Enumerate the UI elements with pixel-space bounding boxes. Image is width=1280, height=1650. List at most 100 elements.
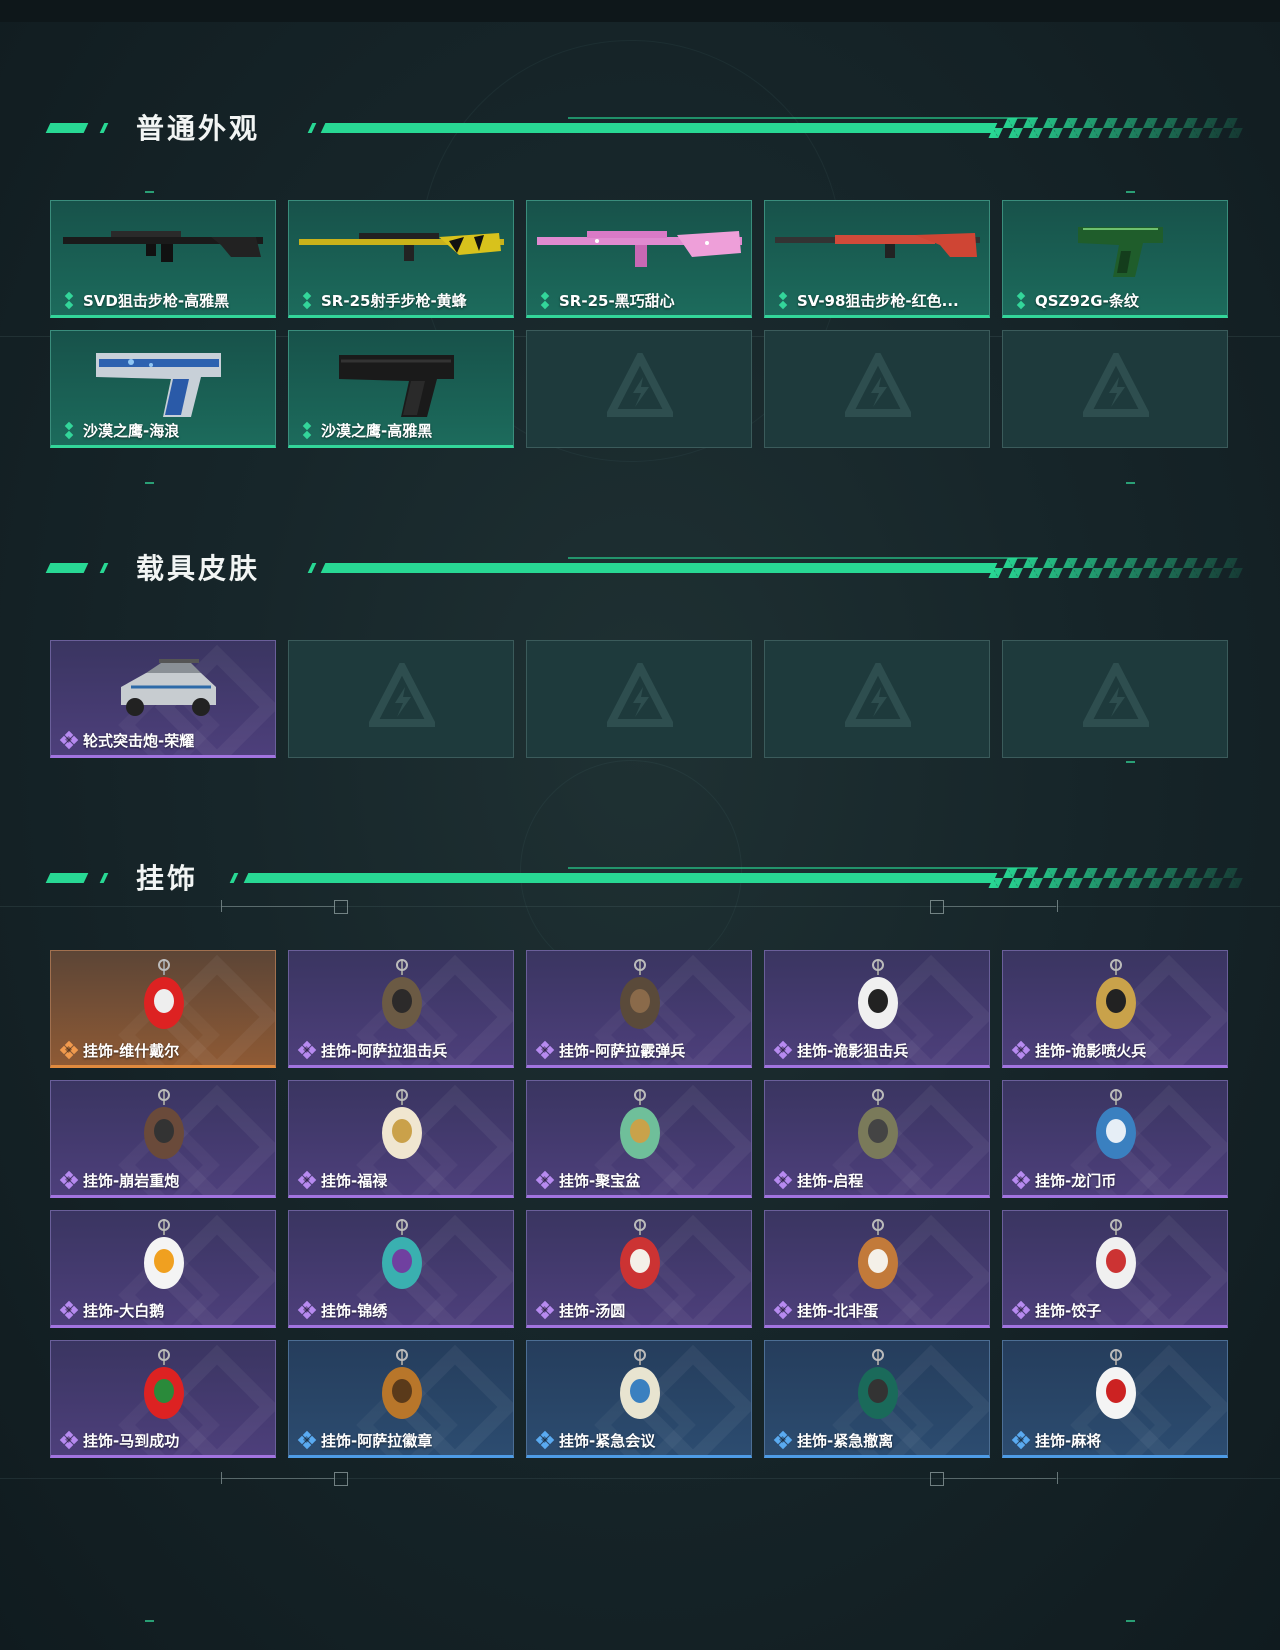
charm-item-card[interactable]: 挂饰-麻将 bbox=[1002, 1340, 1228, 1458]
charm-item-card[interactable]: 挂饰-汤圆 bbox=[526, 1210, 752, 1328]
rarity-purple-icon bbox=[297, 1300, 317, 1320]
header-accent-bar bbox=[99, 563, 109, 573]
vehicle-item-card[interactable]: 轮式突击炮-荣耀 bbox=[50, 640, 276, 758]
rarity-purple-icon bbox=[59, 1430, 79, 1450]
rarity-blue-icon bbox=[1011, 1430, 1031, 1450]
item-label: 挂饰-紧急会议 bbox=[535, 1430, 655, 1451]
charm-icon bbox=[51, 1347, 275, 1427]
item-name: 轮式突击炮-荣耀 bbox=[83, 732, 195, 750]
rail-line bbox=[222, 1478, 334, 1479]
header-accent-bar bbox=[99, 873, 109, 883]
svd-rifle-icon bbox=[51, 207, 275, 287]
charm-item-card[interactable]: 挂饰-紧急会议 bbox=[526, 1340, 752, 1458]
rail-line bbox=[944, 906, 1056, 907]
weapon-item-card[interactable]: SR-25射手步枪-黄蜂 bbox=[288, 200, 514, 318]
item-name: 挂饰-诡影喷火兵 bbox=[1035, 1042, 1147, 1060]
item-label: 挂饰-麻将 bbox=[1011, 1430, 1101, 1451]
charm-item-card[interactable]: 挂饰-饺子 bbox=[1002, 1210, 1228, 1328]
sr25-rifle-icon bbox=[289, 207, 513, 287]
item-label: 挂饰-饺子 bbox=[1011, 1300, 1102, 1321]
item-label: 挂饰-锦绣 bbox=[297, 1300, 387, 1321]
item-name: SV-98狙击步枪-红色... bbox=[797, 292, 959, 310]
corner-tick bbox=[1126, 761, 1135, 763]
item-name: 挂饰-大白鹅 bbox=[83, 1302, 165, 1320]
item-name: 挂饰-汤圆 bbox=[559, 1302, 626, 1320]
charm-item-card[interactable]: 挂饰-锦绣 bbox=[288, 1210, 514, 1328]
weapon-item-card[interactable]: QSZ92G-条纹 bbox=[1002, 200, 1228, 318]
rarity-purple-icon bbox=[1011, 1170, 1031, 1190]
charm-item-card[interactable]: 挂饰-紧急撤离 bbox=[764, 1340, 990, 1458]
weapon-item-card[interactable]: SR-25-黑巧甜心 bbox=[526, 200, 752, 318]
charm-item-card[interactable]: 挂饰-诡影喷火兵 bbox=[1002, 950, 1228, 1068]
header-accent-bar bbox=[229, 873, 239, 883]
item-label: 挂饰-龙门币 bbox=[1011, 1170, 1116, 1191]
empty-slot bbox=[1002, 330, 1228, 448]
charm-item-card[interactable]: 挂饰-诡影狙击兵 bbox=[764, 950, 990, 1068]
charm-item-card[interactable]: 挂饰-大白鹅 bbox=[50, 1210, 276, 1328]
item-label: QSZ92G-条纹 bbox=[1013, 290, 1139, 311]
corner-tick bbox=[1126, 482, 1135, 484]
charm-icon bbox=[527, 1217, 751, 1297]
section-header-weapon: 普通外观 bbox=[45, 110, 1248, 150]
charm-item-card[interactable]: 挂饰-阿萨拉霰弹兵 bbox=[526, 950, 752, 1068]
item-label: 挂饰-汤圆 bbox=[535, 1300, 626, 1321]
item-name: 挂饰-紧急撤离 bbox=[797, 1432, 894, 1450]
placeholder-logo-icon bbox=[1080, 658, 1152, 729]
charm-item-card[interactable]: 挂饰-北非蛋 bbox=[764, 1210, 990, 1328]
pistol-icon bbox=[1003, 207, 1227, 287]
header-thin-line bbox=[568, 867, 1038, 869]
rarity-purple-icon bbox=[1011, 1040, 1031, 1060]
rarity-purple-icon bbox=[297, 1170, 317, 1190]
rarity-purple-icon bbox=[535, 1300, 555, 1320]
item-name: 挂饰-维什戴尔 bbox=[83, 1042, 180, 1060]
charm-item-card[interactable]: 挂饰-维什戴尔 bbox=[50, 950, 276, 1068]
header-accent-bar bbox=[45, 563, 89, 573]
weapon-item-card[interactable]: 沙漠之鹰-高雅黑 bbox=[288, 330, 514, 448]
header-thin-line bbox=[568, 117, 1038, 119]
weapon-item-card[interactable]: SV-98狙击步枪-红色... bbox=[764, 200, 990, 318]
rarity-blue-icon bbox=[297, 1430, 317, 1450]
section-title: 普通外观 bbox=[136, 112, 261, 145]
item-label: 挂饰-阿萨拉狙击兵 bbox=[297, 1040, 447, 1061]
header-accent-bar bbox=[307, 123, 317, 133]
item-label: 挂饰-维什戴尔 bbox=[59, 1040, 180, 1061]
rarity-purple-icon bbox=[773, 1040, 793, 1060]
rarity-purple-icon bbox=[535, 1170, 555, 1190]
item-name: SR-25射手步枪-黄蜂 bbox=[321, 292, 467, 310]
charm-icon bbox=[765, 1347, 989, 1427]
header-checker-pattern bbox=[988, 118, 1248, 138]
item-label: 挂饰-马到成功 bbox=[59, 1430, 179, 1451]
item-name: 挂饰-诡影狙击兵 bbox=[797, 1042, 909, 1060]
corner-tick bbox=[1126, 1620, 1135, 1622]
weapon-item-card[interactable]: SVD狙击步枪-高雅黑 bbox=[50, 200, 276, 318]
placeholder-logo-icon bbox=[1080, 348, 1152, 419]
charm-item-card[interactable]: 挂饰-马到成功 bbox=[50, 1340, 276, 1458]
item-name: SVD狙击步枪-高雅黑 bbox=[83, 292, 230, 310]
rarity-green-icon bbox=[1013, 291, 1029, 310]
rarity-green-icon bbox=[61, 291, 77, 310]
rarity-purple-icon bbox=[297, 1040, 317, 1060]
rarity-green-icon bbox=[775, 291, 791, 310]
charm-item-card[interactable]: 挂饰-启程 bbox=[764, 1080, 990, 1198]
charm-item-card[interactable]: 挂饰-崩岩重炮 bbox=[50, 1080, 276, 1198]
charm-item-card[interactable]: 挂饰-聚宝盆 bbox=[526, 1080, 752, 1198]
charm-item-card[interactable]: 挂饰-龙门币 bbox=[1002, 1080, 1228, 1198]
rail-marker bbox=[1057, 1472, 1058, 1484]
item-label: 挂饰-诡影狙击兵 bbox=[773, 1040, 909, 1061]
charm-item-card[interactable]: 挂饰-阿萨拉狙击兵 bbox=[288, 950, 514, 1068]
armored-vehicle-icon bbox=[51, 647, 275, 727]
charm-icon bbox=[1003, 957, 1227, 1037]
charm-item-card[interactable]: 挂饰-阿萨拉徽章 bbox=[288, 1340, 514, 1458]
desert-eagle-icon bbox=[289, 337, 513, 417]
background-line bbox=[0, 906, 1280, 907]
corner-tick bbox=[145, 482, 154, 484]
header-thin-line bbox=[568, 557, 1038, 559]
item-name: 挂饰-崩岩重炮 bbox=[83, 1172, 180, 1190]
charm-icon bbox=[289, 1347, 513, 1427]
item-label: 轮式突击炮-荣耀 bbox=[59, 730, 195, 751]
charm-item-card[interactable]: 挂饰-福禄 bbox=[288, 1080, 514, 1198]
rarity-purple-icon bbox=[535, 1040, 555, 1060]
charm-icon bbox=[765, 1087, 989, 1167]
weapon-item-card[interactable]: 沙漠之鹰-海浪 bbox=[50, 330, 276, 448]
item-name: 挂饰-饺子 bbox=[1035, 1302, 1102, 1320]
